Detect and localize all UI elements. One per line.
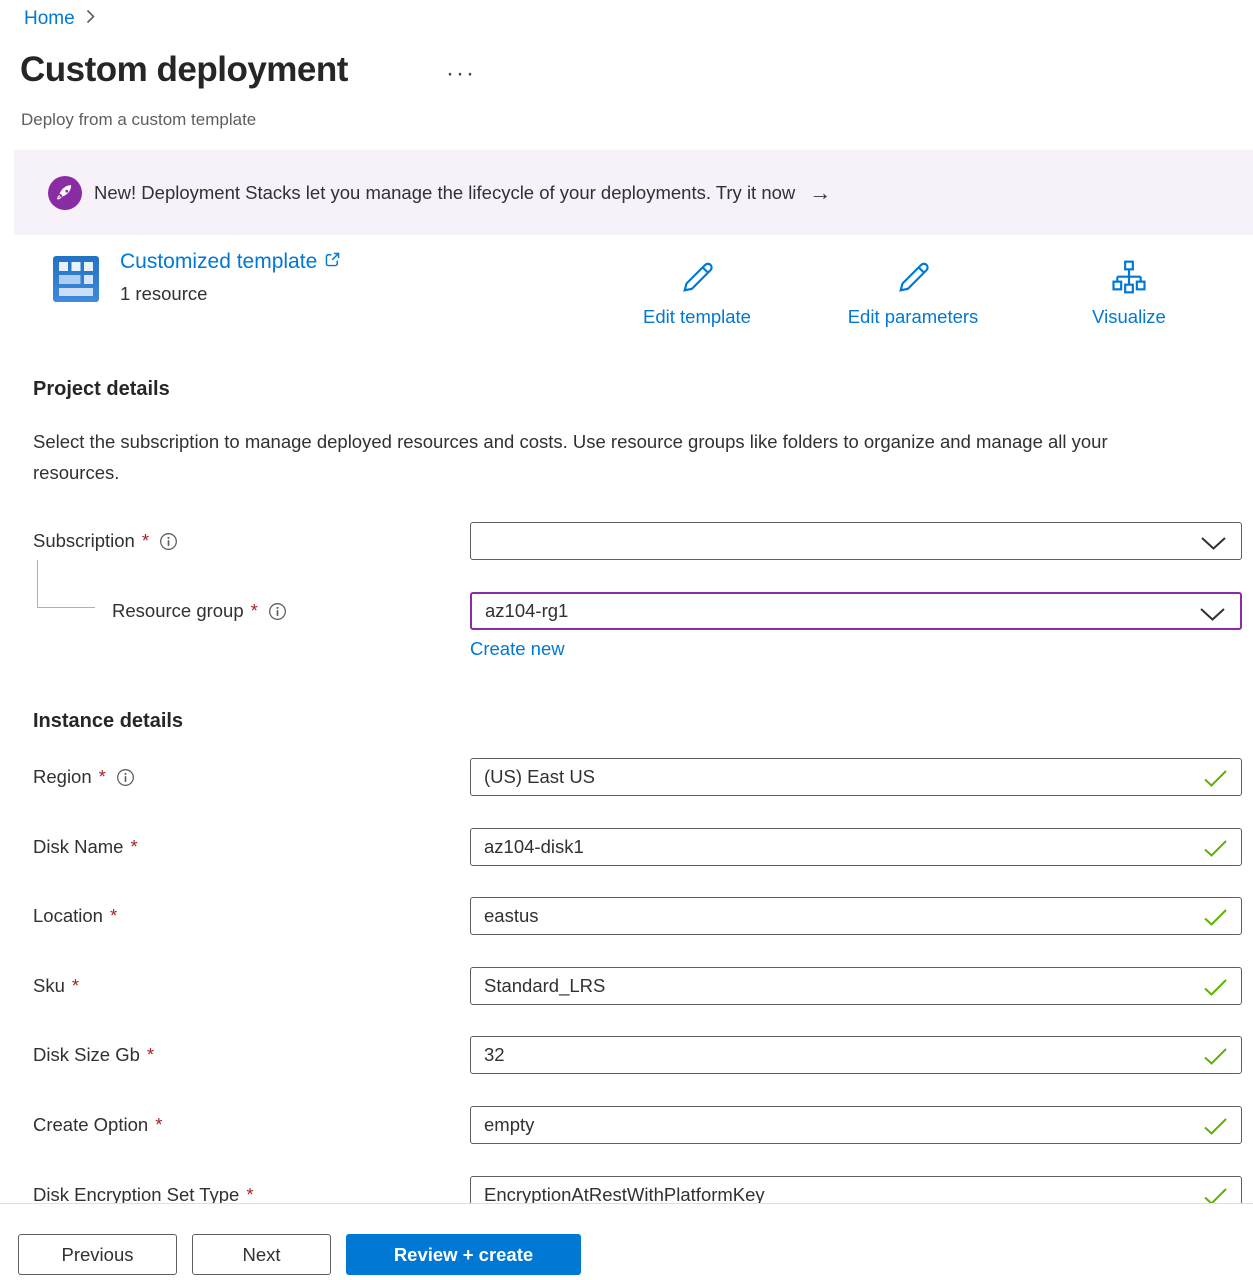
review-create-button[interactable]: Review + create (346, 1234, 581, 1275)
external-link-icon (324, 250, 341, 274)
visualize-label: Visualize (1044, 306, 1214, 328)
pencil-icon (677, 285, 717, 302)
valid-check-icon (1203, 839, 1228, 863)
chevron-down-icon (1199, 605, 1226, 627)
create-option-input[interactable]: empty (470, 1106, 1242, 1144)
chevron-down-icon (1200, 534, 1227, 556)
customized-template-label: Customized template (120, 250, 317, 274)
visualize-button[interactable]: Visualize (1044, 258, 1214, 328)
sku-row: Sku * Standard_LRS (0, 967, 1253, 1005)
custom-deployment-page: Home Custom deployment ··· Deploy from a… (0, 0, 1253, 1280)
required-asterisk: * (147, 1044, 154, 1066)
more-menu-icon[interactable]: ··· (446, 60, 476, 88)
create-option-label: Create Option * (33, 1106, 162, 1144)
required-asterisk: * (130, 836, 137, 858)
valid-check-icon (1203, 769, 1228, 793)
project-details-heading: Project details (33, 378, 170, 401)
required-asterisk: * (251, 600, 258, 622)
instance-details-heading: Instance details (33, 710, 183, 733)
edit-template-button[interactable]: Edit template (612, 258, 782, 328)
edit-template-label: Edit template (612, 306, 782, 328)
valid-check-icon (1203, 908, 1228, 932)
breadcrumb-chevron-icon (85, 8, 96, 30)
info-icon[interactable] (116, 768, 135, 787)
location-row: Location * eastus (0, 897, 1253, 935)
disk-size-input[interactable]: 32 (470, 1036, 1242, 1074)
region-input[interactable]: (US) East US (470, 758, 1242, 796)
disk-size-row: Disk Size Gb * 32 (0, 1036, 1253, 1074)
wizard-footer: Previous Next Review + create (0, 1203, 1253, 1280)
subscription-dropdown[interactable] (470, 522, 1242, 560)
disk-name-input[interactable]: az104-disk1 (470, 828, 1242, 866)
disk-name-row: Disk Name * az104-disk1 (0, 828, 1253, 866)
template-icon (52, 255, 100, 308)
sku-label: Sku * (33, 967, 79, 1005)
page-subtitle: Deploy from a custom template (21, 110, 256, 130)
subscription-row: Subscription * (0, 522, 1253, 560)
banner-arrow-icon: → (809, 180, 831, 206)
breadcrumb-home-link[interactable]: Home (24, 8, 75, 30)
customized-template-link[interactable]: Customized template (120, 250, 341, 274)
sku-input[interactable]: Standard_LRS (470, 967, 1242, 1005)
pencil-icon (893, 285, 933, 302)
required-asterisk: * (155, 1114, 162, 1136)
region-row: Region * (US) East US (0, 758, 1253, 796)
location-input[interactable]: eastus (470, 897, 1242, 935)
info-icon[interactable] (159, 532, 178, 551)
deployment-stacks-banner[interactable]: New! Deployment Stacks let you manage th… (14, 150, 1253, 235)
previous-button[interactable]: Previous (18, 1234, 177, 1275)
info-icon[interactable] (268, 602, 287, 621)
resource-group-row: Resource group * az104-rg1 (0, 592, 1253, 630)
required-asterisk: * (99, 766, 106, 788)
subscription-label: Subscription * (33, 522, 178, 560)
resource-group-label: Resource group * (112, 592, 287, 630)
create-new-link[interactable]: Create new (470, 638, 565, 660)
valid-check-icon (1203, 978, 1228, 1002)
required-asterisk: * (110, 905, 117, 927)
page-title: Custom deployment (20, 50, 348, 90)
required-asterisk: * (72, 975, 79, 997)
resource-count: 1 resource (120, 283, 207, 305)
breadcrumb: Home (24, 8, 96, 30)
banner-message: New! Deployment Stacks let you manage th… (94, 182, 795, 204)
location-label: Location * (33, 897, 117, 935)
project-details-description: Select the subscription to manage deploy… (33, 426, 1183, 488)
next-button[interactable]: Next (192, 1234, 331, 1275)
edit-parameters-label: Edit parameters (828, 306, 998, 328)
edit-parameters-button[interactable]: Edit parameters (828, 258, 998, 328)
valid-check-icon (1203, 1117, 1228, 1141)
resource-group-dropdown[interactable]: az104-rg1 (470, 592, 1242, 630)
valid-check-icon (1203, 1047, 1228, 1071)
region-label: Region * (33, 758, 135, 796)
create-option-row: Create Option * empty (0, 1106, 1253, 1144)
rocket-icon (48, 176, 82, 210)
disk-name-label: Disk Name * (33, 828, 138, 866)
org-chart-icon (1109, 285, 1149, 302)
disk-size-label: Disk Size Gb * (33, 1036, 154, 1074)
required-asterisk: * (142, 530, 149, 552)
